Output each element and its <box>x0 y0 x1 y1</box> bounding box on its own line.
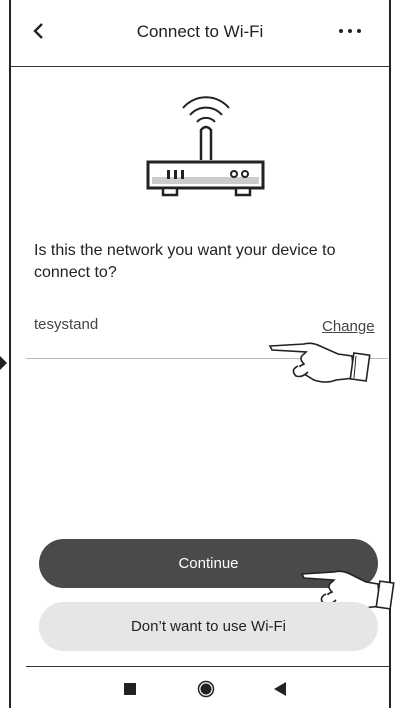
frame-left-edge <box>9 0 11 708</box>
back-button[interactable] <box>24 16 54 46</box>
pointer-arrow-icon <box>0 356 7 370</box>
pointing-hand-icon <box>268 342 371 383</box>
skip-wifi-button-label: Don’t want to use Wi-Fi <box>130 618 287 635</box>
circle-icon <box>197 680 215 698</box>
continue-button-label: Continue <box>178 555 239 572</box>
nav-bar-divider <box>26 666 390 667</box>
back-nav-button[interactable] <box>267 678 293 700</box>
more-horizontal-icon <box>339 29 361 33</box>
square-icon <box>124 683 136 695</box>
header-divider <box>11 66 389 67</box>
triangle-back-icon <box>274 682 286 696</box>
skip-wifi-button[interactable]: Don’t want to use Wi-Fi <box>39 602 378 651</box>
network-confirm-question: Is this the network you want your device… <box>34 242 336 281</box>
more-options-button[interactable] <box>332 16 368 46</box>
chevron-left-icon <box>33 23 43 39</box>
change-network-link[interactable]: Change <box>322 318 375 335</box>
network-name: tesystand <box>34 316 99 333</box>
recents-nav-button[interactable] <box>117 678 143 700</box>
home-nav-button[interactable] <box>193 678 219 700</box>
wifi-router-icon <box>146 96 265 197</box>
